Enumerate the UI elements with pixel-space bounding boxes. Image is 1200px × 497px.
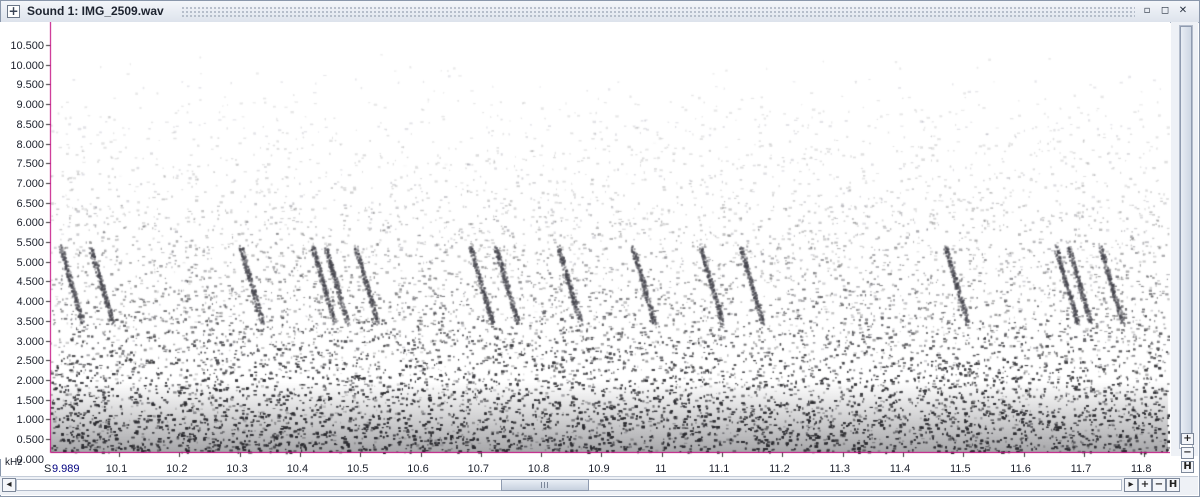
horizontal-fit-button[interactable]: H <box>1166 478 1180 492</box>
y-tick-label: 1.000 <box>16 414 44 427</box>
y-tick-label: 1.500 <box>16 394 44 407</box>
x-tick-label: 11.1 <box>708 463 730 475</box>
frequency-unit-label: kHz <box>5 457 23 468</box>
spectrogram-view[interactable] <box>0 22 1170 459</box>
selection-marker: S <box>44 463 52 475</box>
title-grip <box>181 6 1135 18</box>
y-tick-label: 5.500 <box>16 237 44 249</box>
x-tick-label: 10.7 <box>467 463 490 475</box>
x-tick-label: 10.2 <box>166 463 188 475</box>
y-tick-label: 10.500 <box>10 40 44 52</box>
vertical-zoom-out-button[interactable]: − <box>1181 447 1194 459</box>
y-tick-label: 3.500 <box>16 315 44 328</box>
scroll-left-button[interactable]: ◂ <box>2 478 16 492</box>
y-tick-label: 0.500 <box>16 434 44 446</box>
vertical-scrollbar[interactable] <box>1171 22 1198 456</box>
window-title: Sound 1: IMG_2509.wav <box>27 4 164 18</box>
y-tick-label: 3.000 <box>16 335 44 348</box>
horizontal-zoom-in-button[interactable]: + <box>1138 478 1152 492</box>
x-tick-label: 11.5 <box>950 463 971 475</box>
y-tick-label: 9.500 <box>16 79 44 92</box>
iconify-button[interactable]: ▫ <box>1140 5 1154 19</box>
maximize-button[interactable]: ◻ <box>1158 5 1172 19</box>
y-tick-label: 5.000 <box>16 256 44 269</box>
vertical-fit-button[interactable]: H <box>1181 461 1194 473</box>
y-tick-label: 8.000 <box>16 138 44 151</box>
x-tick-label: 11.7 <box>1070 463 1092 475</box>
vertical-zoom-in-button[interactable]: + <box>1181 433 1194 445</box>
y-tick-label: 2.000 <box>16 374 44 387</box>
spectrogram-canvas[interactable] <box>0 22 1170 459</box>
title-bar[interactable]: + Sound 1: IMG_2509.wav ▫ ◻ ✕ <box>1 1 1199 23</box>
x-tick-label: 10.9 <box>588 463 610 475</box>
vertical-scroll-thumb[interactable] <box>1180 26 1192 444</box>
x-tick-label: 11.8 <box>1130 463 1152 475</box>
x-tick-label: 10.6 <box>407 463 429 475</box>
x-tick-label: 10.1 <box>105 463 128 475</box>
x-tick-label: 11 <box>655 463 667 475</box>
horizontal-zoom-out-button[interactable]: − <box>1152 478 1166 492</box>
y-tick-label: 10.000 <box>10 59 44 72</box>
y-tick-label: 4.000 <box>16 296 44 309</box>
x-tick-label: 10.3 <box>226 463 248 475</box>
x-tick-label: 10.4 <box>286 463 309 475</box>
x-tick-label: 11.6 <box>1010 463 1031 475</box>
y-tick-label: 7.500 <box>16 158 44 171</box>
start-time-label: 9.989 <box>52 463 80 475</box>
x-tick-label: 10.8 <box>527 463 550 475</box>
y-tick-label: 6.000 <box>16 217 44 230</box>
scroll-right-button[interactable]: ▸ <box>1124 478 1138 492</box>
y-tick-label: 2.500 <box>16 355 44 368</box>
y-tick-label: 8.500 <box>16 118 44 131</box>
y-tick-label: 7.000 <box>16 177 44 190</box>
x-tick-label: 10.5 <box>347 463 369 475</box>
scroll-grip-icon <box>541 482 549 488</box>
x-tick-label: 11.3 <box>829 463 850 475</box>
y-tick-label: 4.500 <box>16 276 44 289</box>
x-tick-label: 11.4 <box>889 463 911 475</box>
window-menu-icon[interactable]: + <box>7 5 20 18</box>
x-tick-label: 11.2 <box>769 463 790 475</box>
y-tick-label: 6.500 <box>16 197 44 210</box>
y-tick-label: 9.000 <box>16 99 44 112</box>
close-button[interactable]: ✕ <box>1176 5 1190 19</box>
